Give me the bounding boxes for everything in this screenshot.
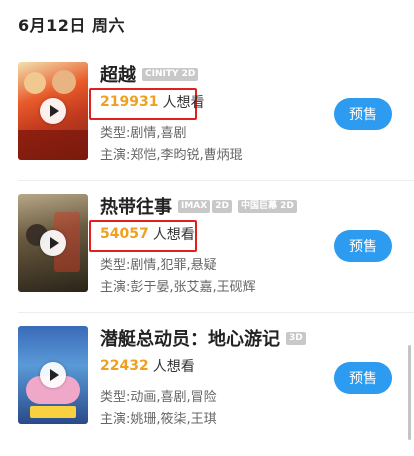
format-tag: 中国巨幕 2D <box>237 199 297 213</box>
movie-title: 潜艇总动员：地心游记 <box>100 329 280 350</box>
play-icon[interactable] <box>40 98 66 124</box>
want-count-row: 22432 人想看 <box>100 354 195 378</box>
movie-poster[interactable] <box>18 62 88 160</box>
format-tag: CINITY 2D <box>142 67 199 81</box>
movie-poster[interactable] <box>18 194 88 292</box>
format-tag: 2D <box>212 199 232 213</box>
movie-item[interactable]: 超越 CINITY 2D 219931 人想看 类型:剧情,喜剧 主演:郑恺,李… <box>0 62 414 192</box>
divider <box>18 312 414 313</box>
movie-title: 热带往事 <box>100 197 172 218</box>
format-tag: 3D <box>286 331 306 345</box>
want-count: 219931 <box>100 94 159 110</box>
movie-genre: 类型:剧情,喜剧 <box>100 126 187 141</box>
scrollbar[interactable] <box>408 345 411 440</box>
presale-button[interactable]: 预售 <box>334 98 392 130</box>
want-count-row: 54057 人想看 <box>100 222 195 246</box>
format-tag: IMAX <box>178 199 211 213</box>
movie-cast: 主演:彭于晏,张艾嘉,王砚辉 <box>100 280 256 295</box>
want-count: 22432 <box>100 358 149 374</box>
want-count-row: 219931 人想看 <box>100 90 204 114</box>
want-label: 人想看 <box>162 95 205 111</box>
divider <box>18 180 414 181</box>
date-header: 6月12日 周六 <box>18 16 125 35</box>
play-icon[interactable] <box>40 230 66 256</box>
play-icon[interactable] <box>40 362 66 388</box>
movie-cast: 主演:郑恺,李昀锐,曹炳琨 <box>100 148 243 163</box>
want-label: 人想看 <box>152 227 195 243</box>
movie-genre: 类型:动画,喜剧,冒险 <box>100 390 217 405</box>
movie-poster[interactable] <box>18 326 88 424</box>
want-label: 人想看 <box>152 359 195 375</box>
movie-item[interactable]: 热带往事 IMAX 2D 中国巨幕 2D 54057 人想看 类型:剧情,犯罪,… <box>0 194 414 324</box>
movie-title: 超越 <box>100 65 136 86</box>
movie-cast: 主演:姚珊,筱柒,王琪 <box>100 412 217 427</box>
movie-genre: 类型:剧情,犯罪,悬疑 <box>100 258 217 273</box>
movie-item[interactable]: 潜艇总动员：地心游记 3D 22432 人想看 类型:动画,喜剧,冒险 主演:姚… <box>0 326 414 456</box>
want-count: 54057 <box>100 226 149 242</box>
presale-button[interactable]: 预售 <box>334 362 392 394</box>
presale-button[interactable]: 预售 <box>334 230 392 262</box>
